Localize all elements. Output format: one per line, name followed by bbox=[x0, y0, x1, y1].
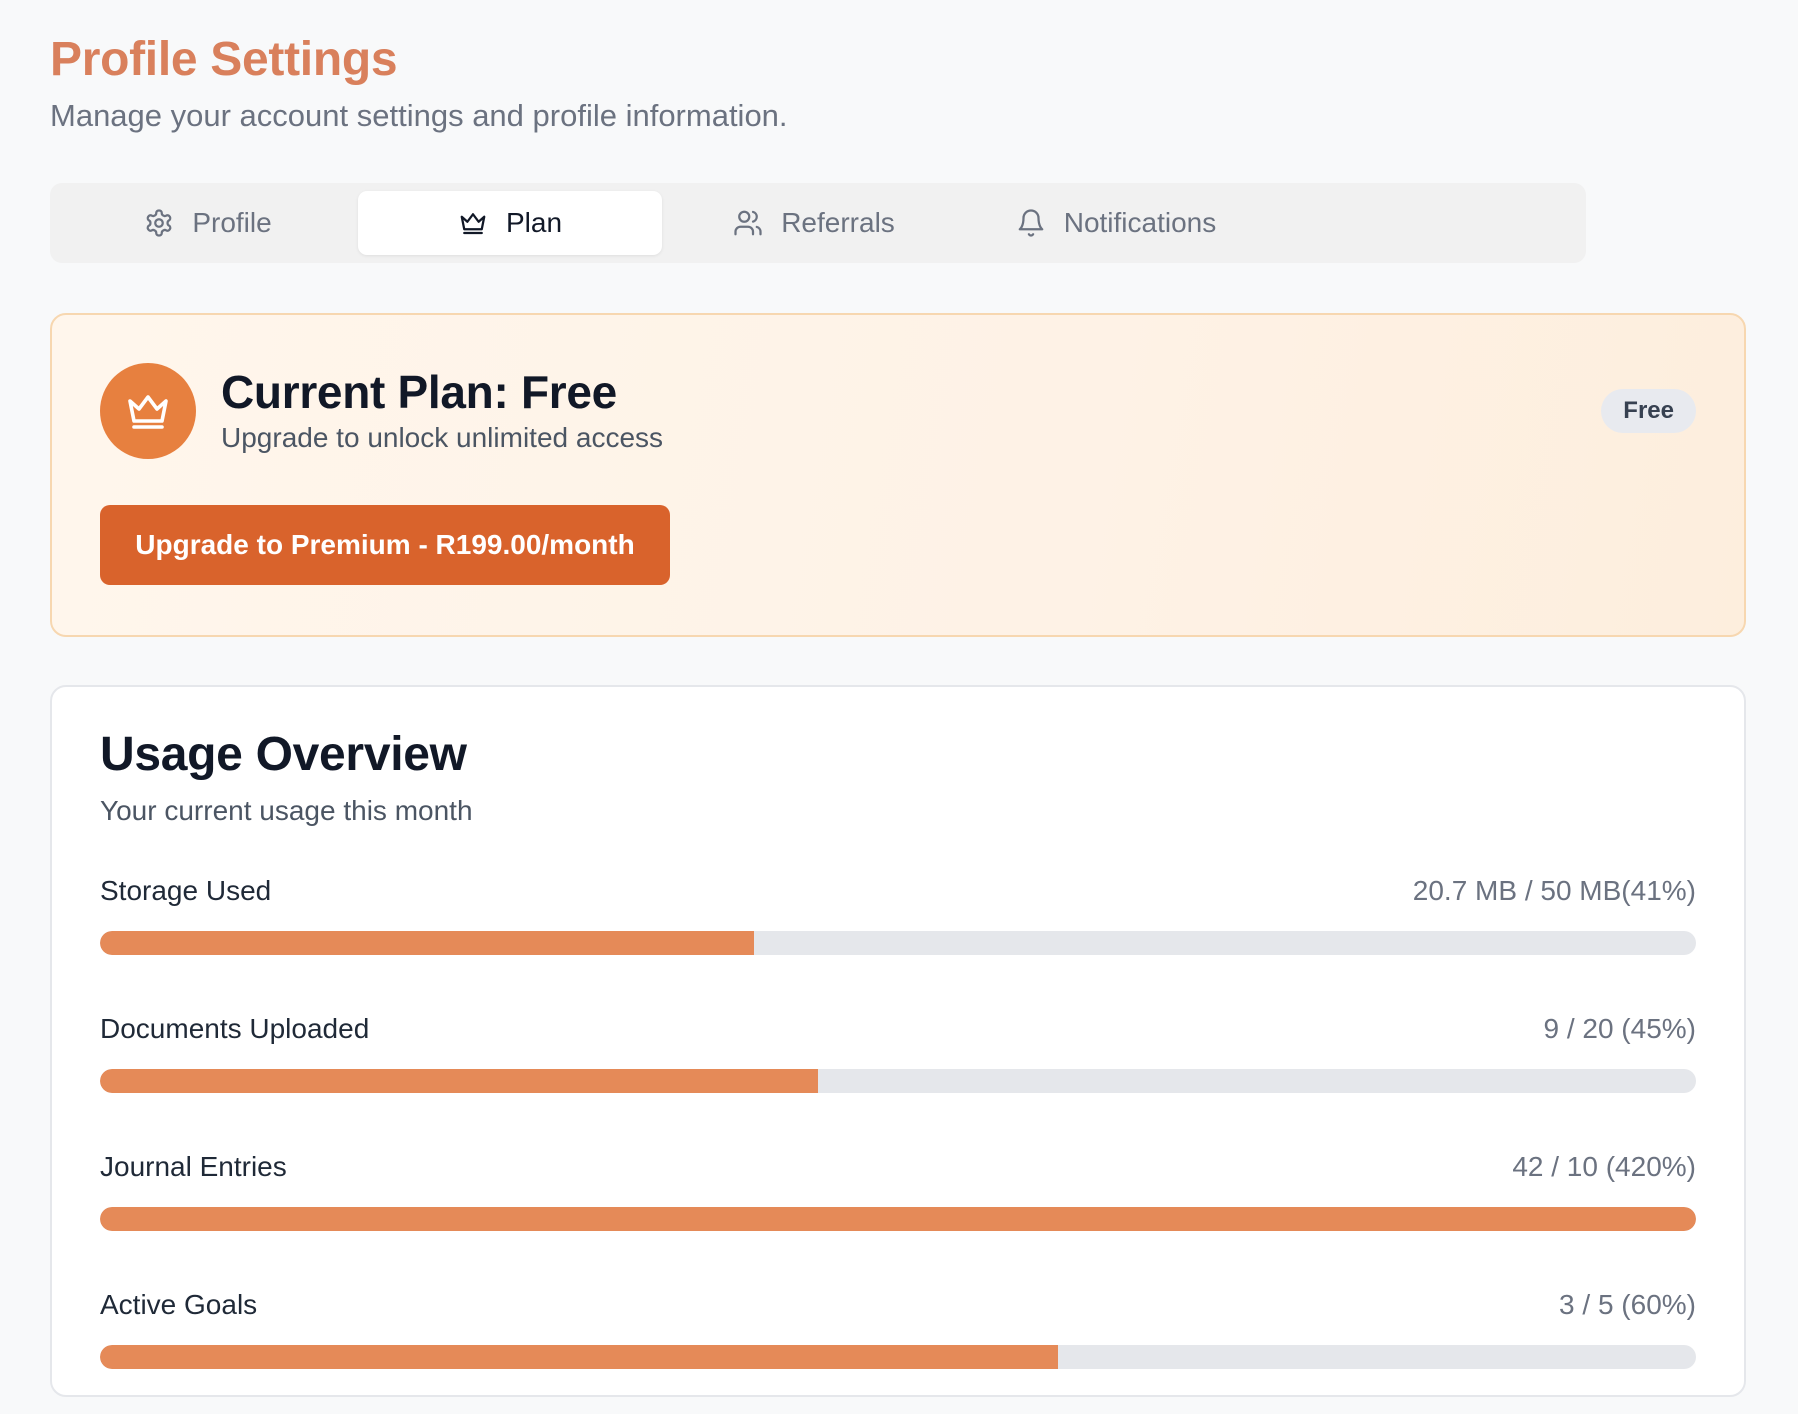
progress-fill bbox=[100, 931, 755, 955]
page-title: Profile Settings bbox=[50, 33, 398, 86]
upgrade-premium-button[interactable]: Upgrade to Premium - R199.00/month bbox=[100, 505, 670, 585]
progress-bar bbox=[100, 1345, 1696, 1369]
plan-status-badge: Free bbox=[1601, 389, 1696, 433]
progress-fill bbox=[100, 1069, 819, 1093]
usage-label: Storage Used bbox=[100, 875, 272, 906]
usage-item-documents: Documents Uploaded 9 / 20 (45%) bbox=[100, 1009, 1696, 1093]
plan-description: Upgrade to unlock unlimited access bbox=[221, 422, 664, 453]
usage-item-goals: Active Goals 3 / 5 (60%) bbox=[100, 1285, 1696, 1369]
tab-notifications[interactable]: Notifications bbox=[966, 191, 1266, 255]
crown-icon bbox=[128, 395, 168, 429]
usage-label: Journal Entries bbox=[100, 1151, 287, 1182]
tab-profile[interactable]: Profile bbox=[58, 191, 358, 255]
progress-bar bbox=[100, 1069, 1696, 1093]
usage-item-journal: Journal Entries 42 / 10 (420%) bbox=[100, 1147, 1696, 1231]
tab-referrals-label: Referrals bbox=[781, 207, 895, 238]
tab-plan[interactable]: Plan bbox=[358, 191, 662, 255]
plan-title: Current Plan: Free bbox=[221, 366, 617, 418]
usage-label: Documents Uploaded bbox=[100, 1013, 370, 1044]
progress-bar bbox=[100, 931, 1696, 955]
tab-profile-label: Profile bbox=[192, 207, 272, 238]
users-icon bbox=[734, 210, 762, 236]
bell-icon bbox=[1018, 209, 1044, 237]
progress-fill bbox=[100, 1207, 1696, 1231]
usage-label: Active Goals bbox=[100, 1289, 258, 1320]
usage-subtitle: Your current usage this month bbox=[100, 795, 473, 826]
usage-title: Usage Overview bbox=[100, 728, 467, 781]
usage-value: 20.7 MB / 50 MB(41%) bbox=[1412, 875, 1696, 906]
settings-tabs: Profile Plan Referrals Notifications bbox=[50, 183, 1586, 263]
usage-item-storage: Storage Used 20.7 MB / 50 MB(41%) bbox=[100, 871, 1696, 955]
page-subtitle: Manage your account settings and profile… bbox=[50, 98, 788, 133]
usage-value: 42 / 10 (420%) bbox=[1512, 1151, 1696, 1182]
plan-text: Current Plan: Free Upgrade to unlock unl… bbox=[221, 366, 663, 456]
profile-settings-page: Profile Settings Manage your account set… bbox=[0, 0, 1798, 1414]
usage-value: 9 / 20 (45%) bbox=[1543, 1013, 1696, 1044]
tab-referrals[interactable]: Referrals bbox=[662, 191, 966, 255]
plan-icon-circle bbox=[100, 363, 196, 459]
crown-icon bbox=[460, 213, 486, 235]
progress-bar bbox=[100, 1207, 1696, 1231]
plan-header: Current Plan: Free Upgrade to unlock unl… bbox=[100, 363, 1696, 459]
usage-list: Storage Used 20.7 MB / 50 MB(41%) Docume… bbox=[100, 871, 1696, 1369]
usage-value: 3 / 5 (60%) bbox=[1559, 1289, 1696, 1320]
tab-notifications-label: Notifications bbox=[1063, 207, 1217, 238]
tab-plan-label: Plan bbox=[505, 207, 563, 238]
progress-fill bbox=[100, 1345, 1058, 1369]
usage-overview-card: Usage Overview Your current usage this m… bbox=[50, 685, 1746, 1397]
gear-icon bbox=[146, 209, 172, 237]
current-plan-card: Current Plan: Free Upgrade to unlock unl… bbox=[50, 313, 1746, 637]
